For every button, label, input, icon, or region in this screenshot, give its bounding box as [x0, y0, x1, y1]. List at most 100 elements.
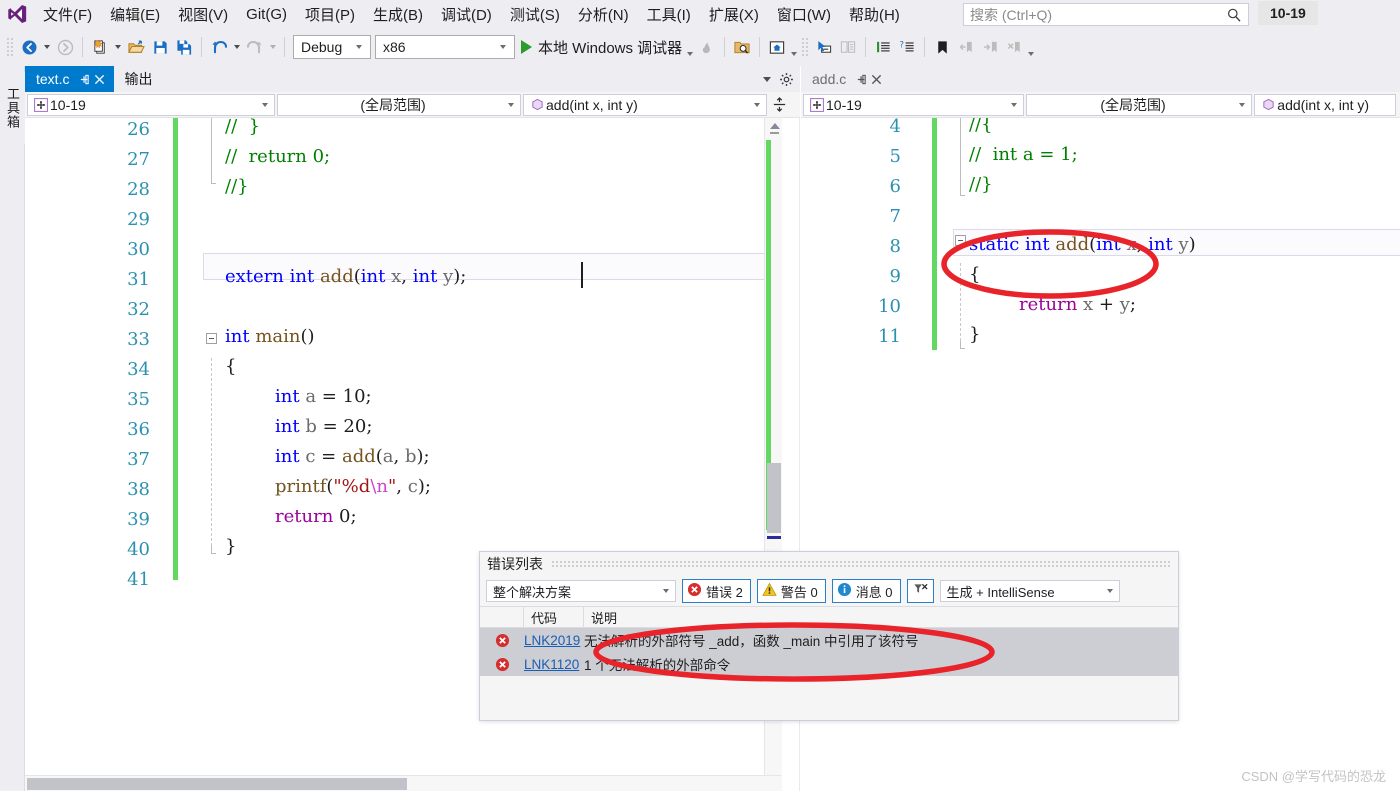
right-project-value: 10-19	[826, 96, 862, 113]
search-input[interactable]: 搜索 (Ctrl+Q)	[963, 3, 1249, 26]
column-header-description[interactable]: 说明	[584, 606, 1178, 628]
messages-filter-button[interactable]: 消息 0	[831, 579, 901, 603]
clear-filter-button[interactable]	[906, 579, 934, 603]
split-window-icon[interactable]	[769, 94, 789, 116]
next-bookmark-icon[interactable]	[978, 35, 1002, 59]
hot-reload-icon[interactable]	[695, 35, 719, 59]
scroll-thumb[interactable]	[767, 463, 781, 533]
indent-icon[interactable]	[871, 35, 895, 59]
menu-window[interactable]: 窗口(W)	[768, 1, 840, 28]
left-scope-selector[interactable]: (全局范围)	[277, 93, 521, 116]
code-line-5: // int a = 1;	[969, 144, 1078, 165]
errors-filter-button[interactable]: 错误 2	[682, 579, 751, 603]
hscroll-thumb[interactable]	[27, 778, 407, 790]
start-debugging-button[interactable]: 本地 Windows 调试器	[515, 35, 685, 59]
right-tab-strip: add.c	[801, 66, 1400, 92]
right-scope-selector[interactable]: (全局范围)	[1025, 93, 1253, 116]
tab-text-c[interactable]: text.c	[25, 66, 115, 92]
build-filter-selector[interactable]: 生成 + IntelliSense	[939, 580, 1120, 602]
comment-indent-icon[interactable]: ?	[895, 35, 919, 59]
gear-icon[interactable]	[776, 69, 796, 89]
menu-git[interactable]: Git(G)	[237, 3, 296, 26]
navigate-back-dropdown[interactable]	[41, 35, 53, 59]
toolbar-grip[interactable]	[6, 37, 14, 57]
menu-debug[interactable]: 调试(D)	[432, 1, 501, 28]
start-debugging-dropdown[interactable]	[685, 35, 695, 59]
menu-extensions[interactable]: 扩展(X)	[700, 1, 768, 28]
undo-icon[interactable]	[207, 35, 231, 59]
error-list-title: 错误列表	[487, 556, 543, 572]
code-line-4: //{	[969, 118, 993, 135]
column-header-code[interactable]: 代码	[524, 606, 584, 628]
close-icon[interactable]	[869, 71, 884, 87]
select-element-icon[interactable]	[812, 35, 836, 59]
home-window-icon[interactable]	[765, 35, 789, 59]
pin-icon[interactable]	[854, 71, 869, 87]
menu-analyze[interactable]: 分析(N)	[569, 1, 638, 28]
search-folder-icon[interactable]	[730, 35, 754, 59]
menu-file[interactable]: 文件(F)	[34, 1, 101, 28]
toolbox-tab[interactable]: 工具箱	[0, 72, 25, 144]
clear-filter-icon	[912, 582, 929, 600]
scroll-up-arrow[interactable]	[770, 123, 780, 129]
right-member-selector[interactable]: add(int x, int y)	[1254, 93, 1396, 116]
info-circle-icon	[837, 582, 852, 600]
tab-output[interactable]: 输出	[114, 66, 162, 92]
platform-selector[interactable]: x86	[375, 35, 515, 59]
visual-studio-window: 文件(F) 编辑(E) 视图(V) Git(G) 项目(P) 生成(B) 调试(…	[0, 0, 1400, 791]
configuration-selector[interactable]: Debug	[293, 35, 371, 59]
error-code-link[interactable]: LNK1120	[524, 657, 584, 672]
close-icon[interactable]	[92, 71, 107, 87]
new-item-dropdown[interactable]	[112, 35, 124, 59]
toolbar-overflow-icon[interactable]	[1026, 35, 1036, 59]
previous-bookmark-icon[interactable]	[954, 35, 978, 59]
left-navigation-bar: 10-19 (全局范围) add(int x, int y)	[25, 92, 800, 118]
fold-toggle-add[interactable]	[955, 235, 966, 246]
menu-edit[interactable]: 编辑(E)	[101, 1, 169, 28]
menu-test[interactable]: 测试(S)	[501, 1, 569, 28]
navigate-back-icon[interactable]	[17, 35, 41, 59]
left-horizontal-scrollbar[interactable]	[25, 775, 781, 791]
menu-help[interactable]: 帮助(H)	[840, 1, 909, 28]
left-project-selector[interactable]: 10-19	[27, 93, 275, 116]
clear-bookmark-icon[interactable]	[1002, 35, 1026, 59]
column-header-severity[interactable]	[480, 606, 524, 628]
save-all-icon[interactable]	[172, 35, 196, 59]
menu-view[interactable]: 视图(V)	[169, 1, 237, 28]
function-member-icon	[1259, 98, 1277, 111]
tab-add-c[interactable]: add.c	[801, 66, 892, 92]
menu-build[interactable]: 生成(B)	[364, 1, 432, 28]
pin-icon[interactable]	[77, 71, 92, 87]
menu-tools[interactable]: 工具(I)	[638, 1, 700, 28]
redo-dropdown[interactable]	[267, 35, 279, 59]
save-icon[interactable]	[148, 35, 172, 59]
undo-dropdown[interactable]	[231, 35, 243, 59]
error-list-title-bar: 错误列表	[480, 552, 1178, 576]
open-folder-icon[interactable]	[124, 35, 148, 59]
chevron-down-icon	[504, 103, 518, 107]
tab-add-c-label: add.c	[812, 71, 847, 87]
live-visual-tree-icon[interactable]	[836, 35, 860, 59]
play-icon	[521, 40, 532, 54]
menu-project[interactable]: 项目(P)	[296, 1, 364, 28]
code-line-26: // }	[225, 118, 261, 137]
right-project-selector[interactable]: 10-19	[803, 93, 1024, 116]
toolbar-grip-2[interactable]	[801, 37, 810, 57]
line-number: 35	[127, 389, 150, 410]
error-scope-selector[interactable]: 整个解决方案	[486, 580, 676, 602]
redo-icon[interactable]	[243, 35, 267, 59]
error-code-link[interactable]: LNK2019	[524, 633, 584, 648]
error-list-grip[interactable]	[551, 560, 1172, 568]
table-row[interactable]: LNK2019 无法解析的外部符号 _add，函数 _main 中引用了该符号	[480, 628, 1178, 652]
tab-list-icon[interactable]	[758, 66, 776, 92]
home-window-dropdown[interactable]	[789, 35, 799, 59]
navigate-forward-icon[interactable]	[53, 35, 77, 59]
fold-toggle-main[interactable]	[206, 333, 217, 344]
left-member-selector[interactable]: add(int x, int y)	[523, 93, 767, 116]
code-line-31: extern int add(int x, int y);	[225, 266, 467, 287]
warnings-filter-button[interactable]: 警告 0	[756, 579, 826, 603]
line-number: 7	[889, 206, 901, 227]
table-row[interactable]: LNK1120 1 个无法解析的外部命令	[480, 652, 1178, 676]
bookmark-icon[interactable]	[930, 35, 954, 59]
new-item-icon[interactable]	[88, 35, 112, 59]
